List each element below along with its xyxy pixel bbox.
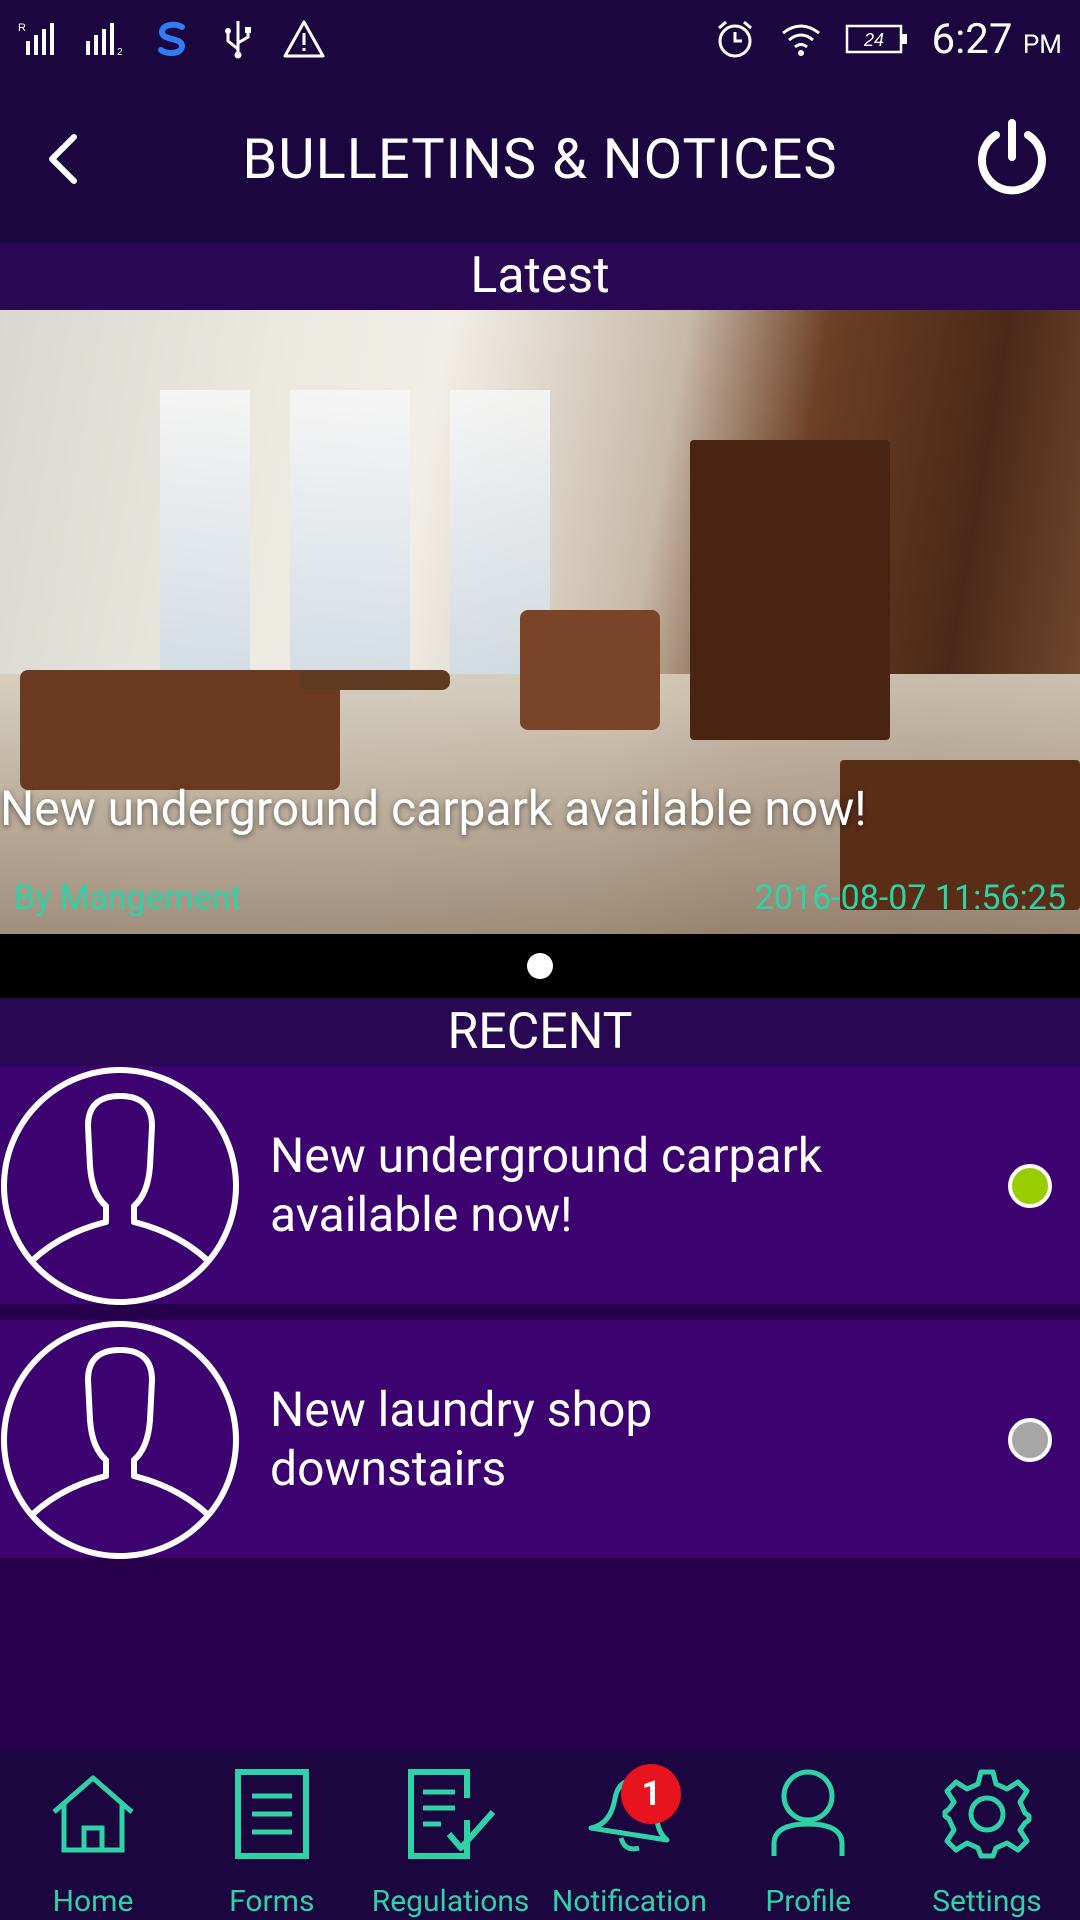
swiftkey-icon bbox=[150, 17, 194, 61]
svg-text:R: R bbox=[18, 22, 26, 34]
page-title: BULLETINS & NOTICES bbox=[242, 126, 838, 192]
nav-regulations[interactable]: Regulations bbox=[362, 1752, 540, 1920]
signal-r-icon: R bbox=[18, 17, 62, 61]
power-button[interactable] bbox=[972, 116, 1052, 200]
notification-badge: 1 bbox=[621, 1764, 682, 1824]
recent-heading: RECENT bbox=[0, 998, 1080, 1066]
featured-date: 2016-08-07 11:56:25 bbox=[754, 878, 1066, 918]
clock: 6:27 PM bbox=[931, 14, 1062, 64]
featured-author: By Mangement bbox=[14, 878, 242, 918]
list-item[interactable]: New underground carpark available now! bbox=[0, 1066, 1080, 1306]
document-icon bbox=[222, 1764, 322, 1864]
nav-home[interactable]: Home bbox=[4, 1752, 182, 1920]
latest-heading: Latest bbox=[0, 242, 1080, 310]
status-bar: R 2 24 6:27 PM bbox=[0, 0, 1080, 78]
nav-profile[interactable]: Profile bbox=[719, 1752, 897, 1920]
nav-forms[interactable]: Forms bbox=[183, 1752, 361, 1920]
battery-icon: 24 bbox=[845, 17, 909, 61]
nav-settings[interactable]: Settings bbox=[898, 1752, 1076, 1920]
person-avatar-icon bbox=[1, 1067, 239, 1305]
unread-status-dot bbox=[1008, 1164, 1052, 1208]
alarm-icon bbox=[713, 17, 757, 61]
pager-dot-active[interactable] bbox=[527, 953, 553, 979]
read-status-dot bbox=[1008, 1418, 1052, 1462]
gear-icon bbox=[937, 1764, 1037, 1864]
checklist-icon bbox=[401, 1764, 501, 1864]
featured-title: New underground carpark available now! bbox=[0, 780, 867, 837]
nav-notification[interactable]: 1 Notification bbox=[540, 1752, 718, 1920]
notice-title: New underground carpark available now! bbox=[270, 1127, 823, 1243]
usb-icon bbox=[216, 17, 260, 61]
battery-level: 24 bbox=[863, 30, 884, 50]
wifi-icon bbox=[779, 17, 823, 61]
notice-title: New laundry shop downstairs bbox=[270, 1381, 653, 1497]
person-avatar-icon bbox=[1, 1321, 239, 1559]
power-icon bbox=[978, 119, 1046, 195]
bell-icon: 1 bbox=[579, 1764, 682, 1864]
featured-slide[interactable]: New underground carpark available now! B… bbox=[0, 310, 1080, 934]
bottom-nav: Home Forms Regulations 1 Notification Pr… bbox=[0, 1752, 1080, 1920]
avatar bbox=[0, 1320, 240, 1560]
slide-pager bbox=[0, 934, 1080, 998]
app-header: BULLETINS & NOTICES bbox=[0, 78, 1080, 242]
signal-2-icon: 2 bbox=[84, 17, 128, 61]
avatar bbox=[0, 1066, 240, 1306]
warning-icon bbox=[282, 17, 326, 61]
svg-text:2: 2 bbox=[117, 47, 123, 57]
person-icon bbox=[758, 1764, 858, 1864]
list-item[interactable]: New laundry shop downstairs bbox=[0, 1320, 1080, 1560]
home-icon bbox=[43, 1764, 143, 1864]
